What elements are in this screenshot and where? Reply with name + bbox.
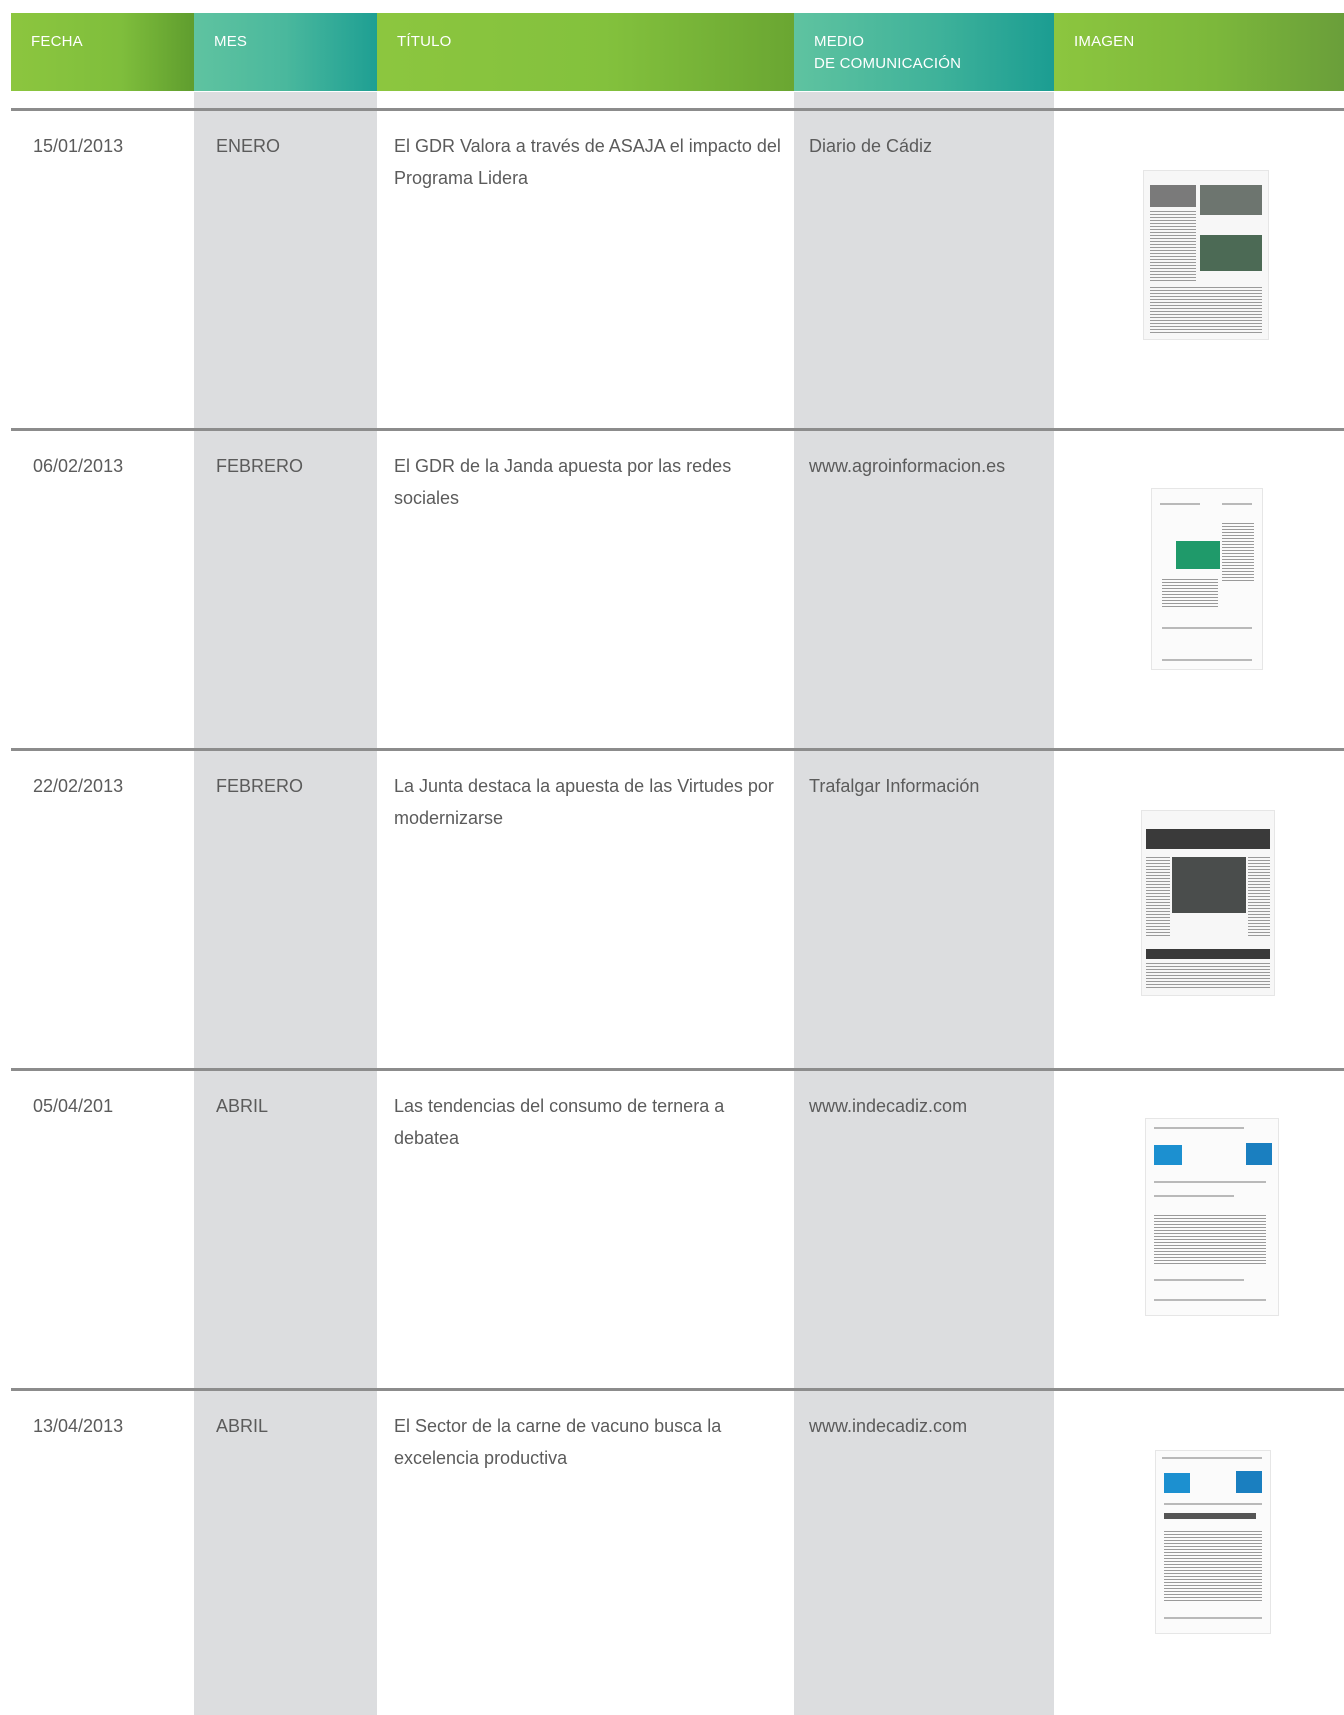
- webpage-screenshot-thumbnail[interactable]: [1155, 1450, 1271, 1634]
- cell-mes: ABRIL: [216, 1416, 269, 1436]
- table-row: 15/01/2013 ENERO El GDR Valora a través …: [11, 108, 1344, 428]
- cell-titulo: Las tendencias del consumo de ternera a …: [394, 1096, 725, 1148]
- cell-titulo: La Junta destaca la apuesta de las Virtu…: [394, 776, 774, 828]
- table-row: 05/04/201 ABRIL Las tendencias del consu…: [11, 1068, 1344, 1388]
- cell-titulo: El Sector de la carne de vacuno busca la…: [394, 1416, 722, 1468]
- header-medio-line2: DE COMUNICACIÓN: [814, 55, 962, 72]
- header-medio: MEDIO DE COMUNICACIÓN: [794, 13, 1054, 91]
- row-divider: [11, 748, 1344, 751]
- cell-fecha: 22/02/2013: [33, 776, 124, 796]
- cell-titulo: El GDR Valora a través de ASAJA el impac…: [394, 136, 781, 188]
- cell-mes: ENERO: [216, 136, 281, 156]
- cell-fecha: 13/04/2013: [33, 1416, 124, 1436]
- cell-medio: www.indecadiz.com: [809, 1416, 968, 1436]
- webpage-screenshot-thumbnail[interactable]: [1145, 1118, 1279, 1316]
- cell-medio: www.indecadiz.com: [809, 1096, 968, 1116]
- header-mes-label: MES: [214, 33, 248, 50]
- cell-medio: www.agroinformacion.es: [809, 456, 1006, 476]
- cell-mes: FEBRERO: [216, 776, 304, 796]
- cell-mes: FEBRERO: [216, 456, 304, 476]
- header-medio-line1: MEDIO: [814, 33, 865, 50]
- header-medio-label: MEDIO DE COMUNICACIÓN: [814, 31, 961, 75]
- header-titulo: TÍTULO: [377, 13, 794, 91]
- newspaper-clipping-thumbnail[interactable]: [1143, 170, 1269, 340]
- header-fecha: FECHA: [11, 13, 194, 91]
- cell-mes: ABRIL: [216, 1096, 269, 1116]
- cell-fecha: 06/02/2013: [33, 456, 124, 476]
- header-fecha-label: FECHA: [31, 33, 83, 50]
- table-row: 22/02/2013 FEBRERO La Junta destaca la a…: [11, 748, 1344, 1068]
- cell-fecha: 05/04/201: [33, 1096, 114, 1116]
- header-imagen: IMAGEN: [1054, 13, 1344, 91]
- row-divider: [11, 1388, 1344, 1391]
- cell-titulo: El GDR de la Janda apuesta por las redes…: [394, 456, 732, 508]
- cell-medio: Diario de Cádiz: [809, 136, 933, 156]
- cell-fecha: 15/01/2013: [33, 136, 124, 156]
- cell-medio: Trafalgar Información: [809, 776, 980, 796]
- row-divider: [11, 108, 1344, 111]
- row-divider: [11, 428, 1344, 431]
- header-imagen-label: IMAGEN: [1074, 33, 1135, 50]
- header-mes: MES: [194, 13, 377, 91]
- table-row: 13/04/2013 ABRIL El Sector de la carne d…: [11, 1388, 1344, 1708]
- row-divider: [11, 1068, 1344, 1071]
- newspaper-clipping-thumbnail[interactable]: [1141, 810, 1275, 996]
- table-row: 06/02/2013 FEBRERO El GDR de la Janda ap…: [11, 428, 1344, 748]
- webpage-screenshot-thumbnail[interactable]: [1151, 488, 1263, 670]
- header-titulo-label: TÍTULO: [397, 33, 452, 50]
